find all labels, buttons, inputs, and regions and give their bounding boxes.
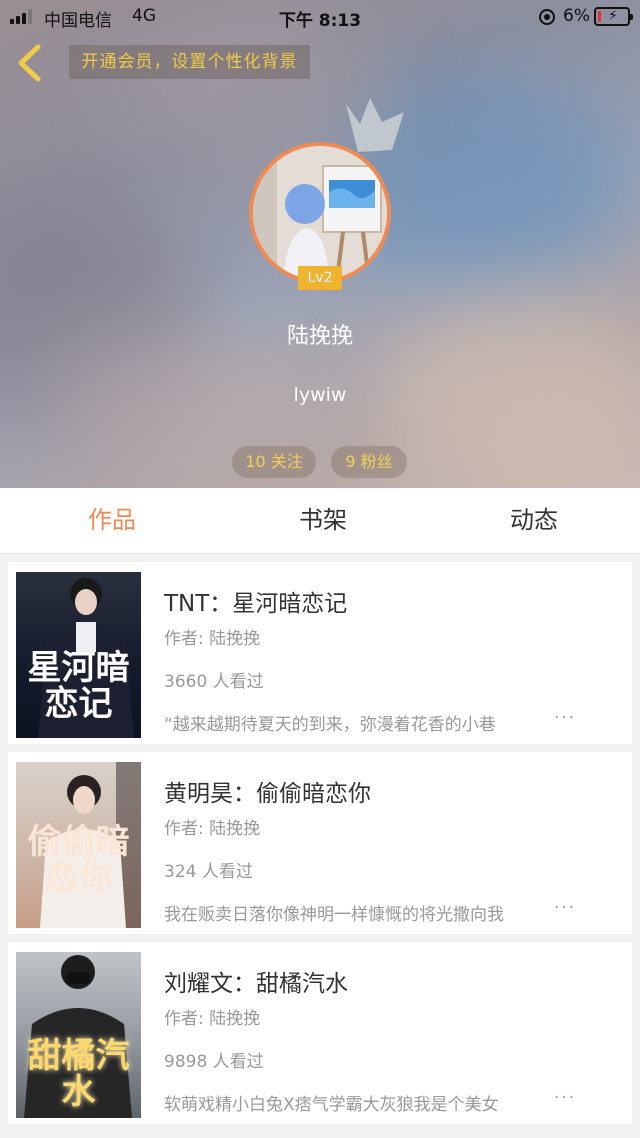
work-author: 作者: 陆挽挽 — [164, 819, 261, 839]
ellipsis: ··· — [554, 708, 577, 728]
fans-count-button[interactable]: 9 粉丝 — [331, 446, 407, 478]
work-title: 刘耀文：甜橘汽水 — [164, 971, 348, 997]
profile-header: 中国电信 4G 下午 8:13 6% ⚡ 开通会员，设置个性化背景 Lv2 陆挽… — [0, 0, 640, 488]
book-cover: 甜橘汽水 — [16, 952, 141, 1118]
cover-title: 甜橘汽水 — [27, 1036, 130, 1112]
tab-activity[interactable]: 动态 — [464, 488, 604, 554]
work-description: 软萌戏精小白兔Ⅹ痞气学霸大灰狼我是个美女 — [164, 1095, 499, 1115]
profile-tabs: 作品 书架 动态 — [0, 488, 640, 554]
avatar-image — [253, 146, 387, 280]
tab-works[interactable]: 作品 — [42, 488, 182, 554]
work-author: 作者: 陆挽挽 — [164, 629, 261, 649]
work-title: 黄明昊：偷偷暗恋你 — [164, 781, 371, 807]
tab-bookshelf[interactable]: 书架 — [253, 488, 393, 554]
work-description: “越来越期待夏天的到来，弥漫着花香的小巷 — [164, 715, 496, 735]
level-badge: Lv2 — [298, 266, 342, 290]
ellipsis: ··· — [554, 898, 577, 918]
book-cover: 偷偷暗恋你 — [16, 762, 141, 928]
work-views: 3660 人看过 — [164, 672, 264, 692]
work-views: 9898 人看过 — [164, 1052, 264, 1072]
vip-background-banner[interactable]: 开通会员，设置个性化背景 — [69, 45, 310, 79]
work-card[interactable]: 星河暗恋记 TNT：星河暗恋记 作者: 陆挽挽 3660 人看过 “越来越期待夏… — [8, 562, 632, 744]
work-description: 我在贩卖日落你像神明一样慷慨的将光撒向我 — [164, 905, 504, 925]
chevron-left-icon — [18, 44, 41, 82]
battery-percent: 6% — [563, 6, 590, 26]
avatar[interactable] — [249, 142, 391, 284]
following-count-button[interactable]: 10 关注 — [232, 446, 316, 478]
battery-icon: ⚡ — [594, 7, 633, 26]
charging-icon: ⚡ — [608, 8, 618, 24]
cover-title: 偷偷暗恋你 — [27, 822, 130, 898]
book-cover: 星河暗恋记 — [16, 572, 141, 738]
status-bar: 中国电信 4G 下午 8:13 6% ⚡ — [0, 0, 640, 34]
nickname: 陆挽挽 — [286, 324, 353, 349]
cover-title: 星河暗恋记 — [27, 648, 130, 724]
work-card[interactable]: 偷偷暗恋你 黄明昊：偷偷暗恋你 作者: 陆挽挽 324 人看过 我在贩卖日落你像… — [8, 752, 632, 934]
rotation-lock-icon — [539, 9, 555, 25]
work-card[interactable]: 甜橘汽水 刘耀文：甜橘汽水 作者: 陆挽挽 9898 人看过 软萌戏精小白兔Ⅹ痞… — [8, 942, 632, 1124]
ellipsis: ··· — [554, 1088, 577, 1108]
back-button[interactable] — [12, 42, 52, 84]
work-views: 324 人看过 — [164, 862, 253, 882]
user-id: lywiw — [293, 384, 347, 406]
work-title: TNT：星河暗恋记 — [164, 591, 348, 617]
battery-level — [598, 11, 601, 22]
work-author: 作者: 陆挽挽 — [164, 1009, 261, 1029]
